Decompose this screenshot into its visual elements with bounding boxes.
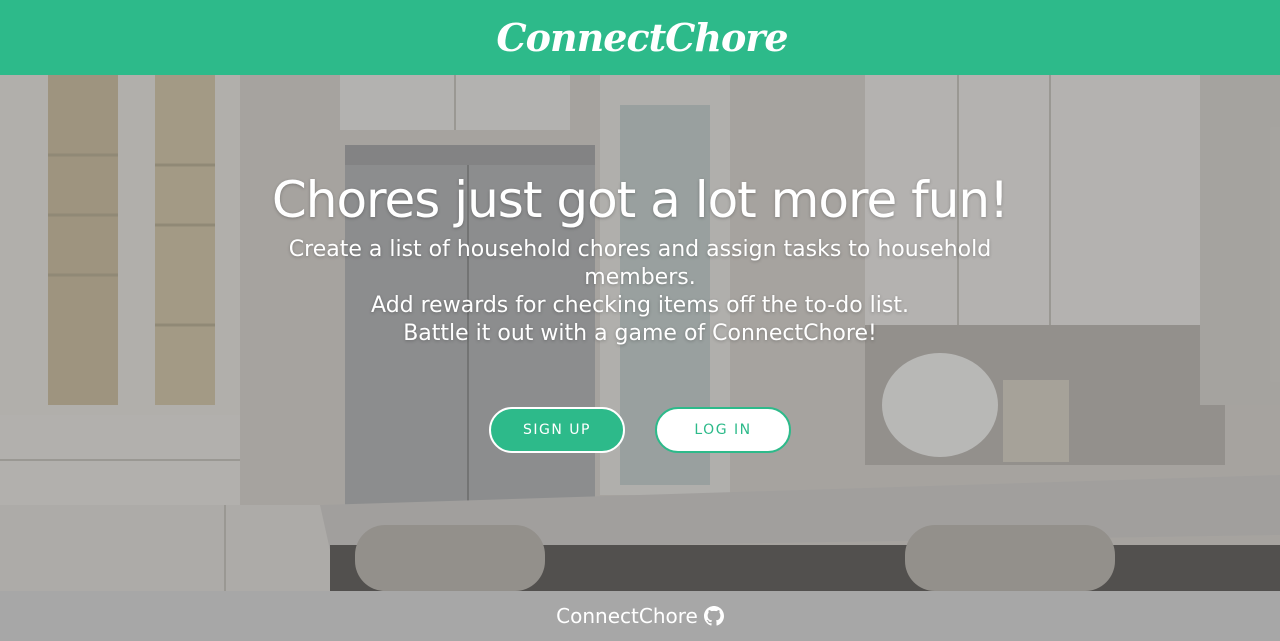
hero-line-2: Add rewards for checking items off the t… [371, 293, 909, 318]
logo[interactable]: ConnectChore [496, 15, 788, 60]
footer-text: ConnectChore [556, 604, 698, 628]
landing-page: ConnectChore Chores just got a lot more … [0, 0, 1280, 641]
auth-buttons: SIGN UP LOG IN [0, 407, 1280, 453]
hero-line-1: Create a list of household chores and as… [288, 237, 992, 290]
login-button[interactable]: LOG IN [655, 407, 791, 453]
signup-button[interactable]: SIGN UP [489, 407, 625, 453]
footer-link[interactable]: ConnectChore [556, 604, 724, 628]
footer: ConnectChore [0, 591, 1280, 641]
hero-content: Chores just got a lot more fun! Create a… [0, 170, 1280, 348]
hero-description: Create a list of household chores and as… [240, 236, 1040, 348]
hero-section: Chores just got a lot more fun! Create a… [0, 75, 1280, 591]
github-icon[interactable] [703, 606, 724, 626]
hero-title: Chores just got a lot more fun! [271, 171, 1009, 229]
header: ConnectChore [0, 0, 1280, 75]
hero-line-3: Battle it out with a game of ConnectChor… [403, 321, 877, 346]
